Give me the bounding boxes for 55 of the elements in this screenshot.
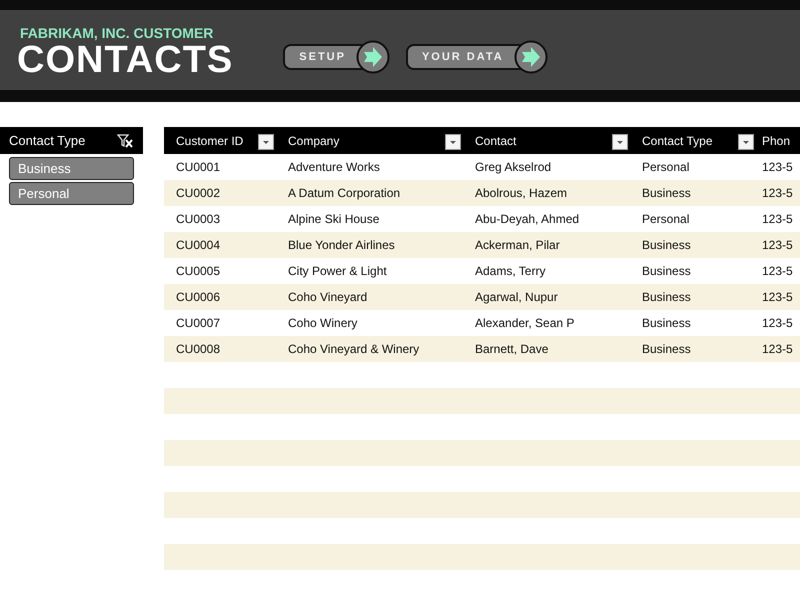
- table-cell: CU0001: [164, 154, 276, 180]
- table-cell: Business: [630, 180, 756, 206]
- table-cell: Business: [630, 258, 756, 284]
- table-cell: CU0005: [164, 258, 276, 284]
- filter-dropdown-icon[interactable]: [445, 134, 461, 150]
- header-subtitle: FABRIKAM, INC. CUSTOMER: [19, 25, 214, 41]
- table-cell: 123-5: [756, 284, 800, 310]
- table-cell: 123-5: [756, 206, 800, 232]
- column-header: Contact: [475, 134, 516, 148]
- filter-dropdown-icon[interactable]: [612, 134, 628, 150]
- slicer-title: Contact Type: [9, 133, 86, 148]
- table-cell: Adams, Terry: [463, 258, 630, 284]
- table-cell: CU0003: [164, 206, 276, 232]
- table-cell: 123-5: [756, 154, 800, 180]
- table-cell: Coho Vineyard & Winery: [276, 336, 463, 362]
- slicer-item[interactable]: Business: [9, 157, 134, 180]
- slicer-item[interactable]: Personal: [9, 182, 134, 205]
- column-header: Company: [288, 134, 340, 148]
- table-cell: CU0007: [164, 310, 276, 336]
- table-cell: 123-5: [756, 310, 800, 336]
- table-cell: Business: [630, 336, 756, 362]
- table-cell: Alexander, Sean P: [463, 310, 630, 336]
- table-cell: 123-5: [756, 232, 800, 258]
- table-cell: Business: [630, 284, 756, 310]
- table-cell: Ackerman, Pilar: [463, 232, 630, 258]
- column-header: Customer ID: [176, 134, 244, 148]
- table-cell: Alpine Ski House: [276, 206, 463, 232]
- table-cell: Coho Vineyard: [276, 284, 463, 310]
- table-cell: Blue Yonder Airlines: [276, 232, 463, 258]
- table-cell: 123-5: [756, 180, 800, 206]
- table-cell: Agarwal, Nupur: [463, 284, 630, 310]
- table-cell: A Datum Corporation: [276, 180, 463, 206]
- table-cell: CU0006: [164, 284, 276, 310]
- header-title: CONTACTS: [17, 41, 234, 79]
- table-cell: Abolrous, Hazem: [463, 180, 630, 206]
- column-header: Contact Type: [642, 134, 712, 148]
- table-cell: 123-5: [756, 258, 800, 284]
- table-cell: Personal: [630, 154, 756, 180]
- table-cell: Personal: [630, 206, 756, 232]
- table-cell: Business: [630, 232, 756, 258]
- table-cell: CU0004: [164, 232, 276, 258]
- table-cell: City Power & Light: [276, 258, 463, 284]
- table-cell: CU0008: [164, 336, 276, 362]
- column-header: Phon: [762, 134, 790, 148]
- filter-dropdown-icon[interactable]: [258, 134, 274, 150]
- table-cell: CU0002: [164, 180, 276, 206]
- table-cell: Business: [630, 310, 756, 336]
- filter-dropdown-icon[interactable]: [738, 134, 754, 150]
- table-cell: 123-5: [756, 336, 800, 362]
- table-cell: Greg Akselrod: [463, 154, 630, 180]
- table-cell: Coho Winery: [276, 310, 463, 336]
- table-cell: Barnett, Dave: [463, 336, 630, 362]
- clear-filter-icon[interactable]: [117, 134, 133, 148]
- table-cell: Adventure Works: [276, 154, 463, 180]
- table-cell: Abu-Deyah, Ahmed: [463, 206, 630, 232]
